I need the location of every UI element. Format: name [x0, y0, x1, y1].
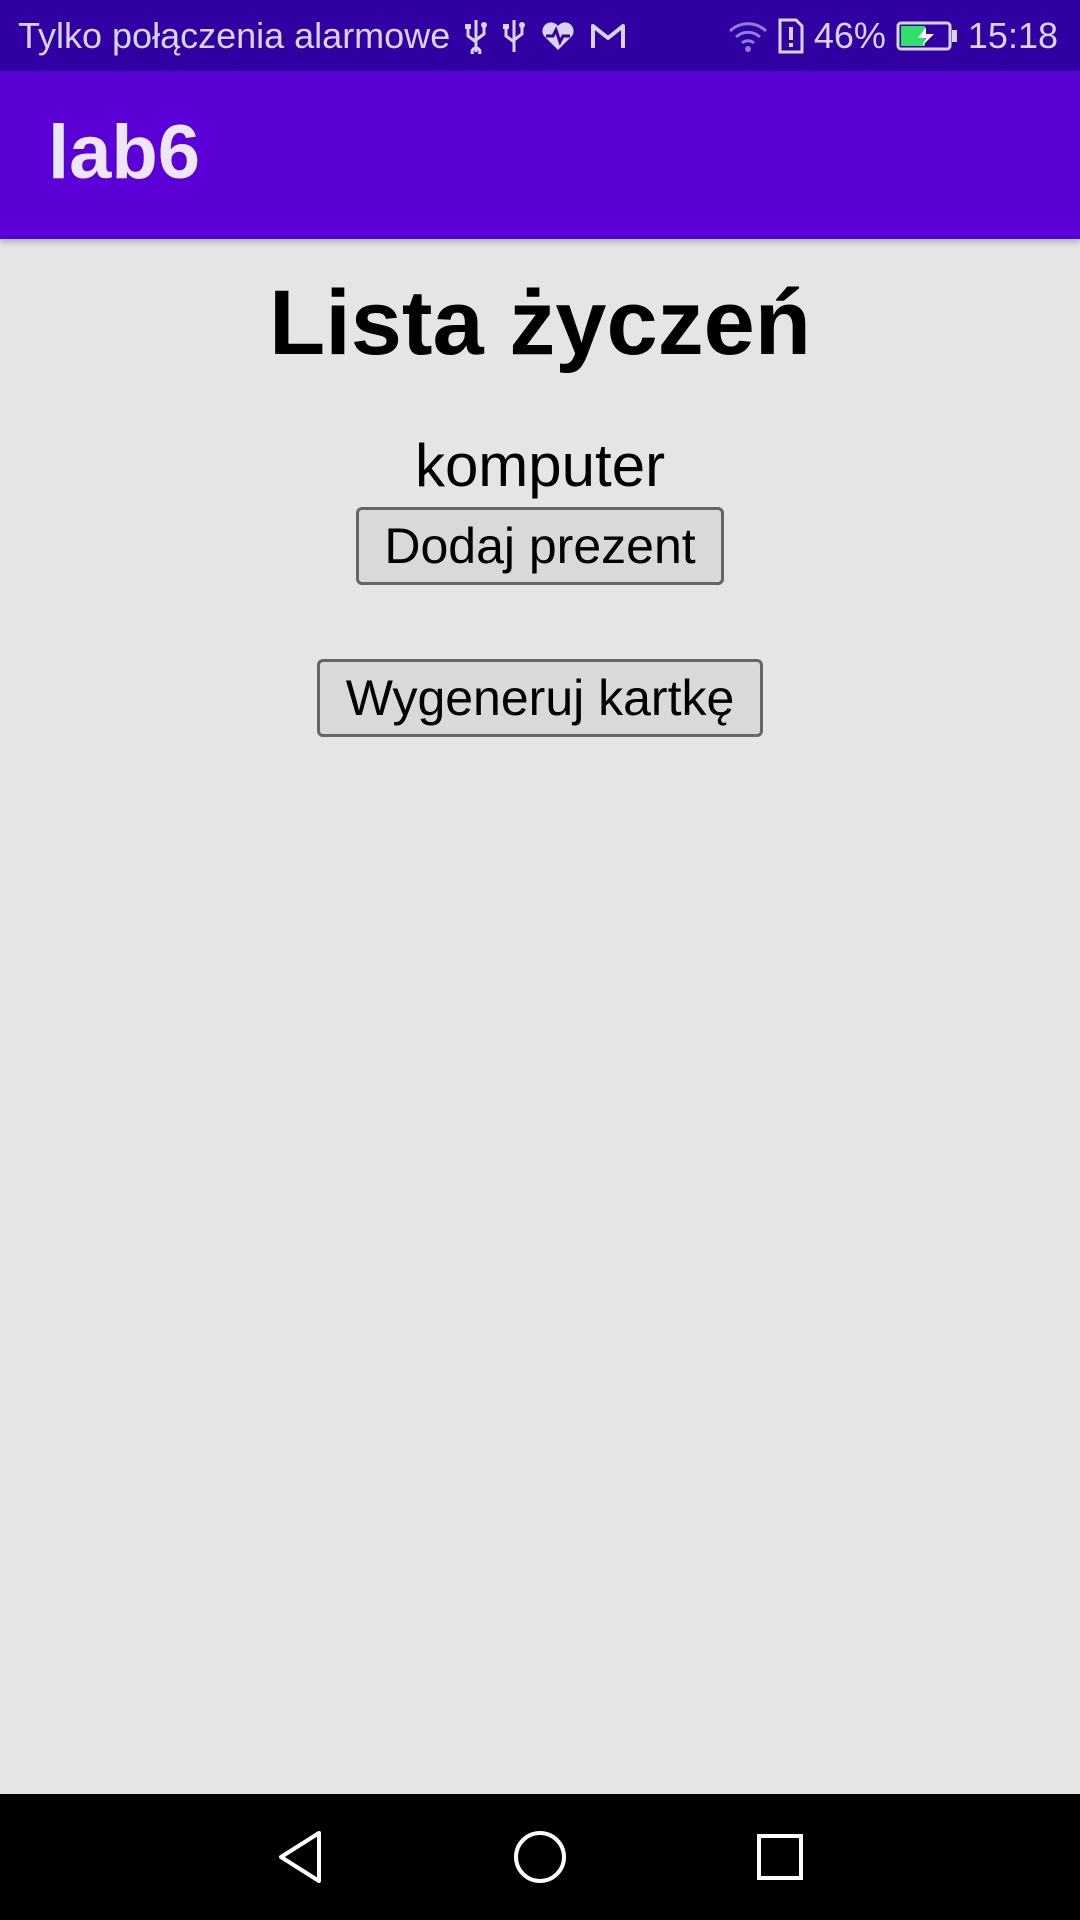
health-icon [540, 16, 576, 56]
gmail-icon [590, 16, 626, 56]
add-gift-button[interactable]: Dodaj prezent [356, 507, 724, 585]
usb-icon [502, 16, 526, 56]
battery-percent: 46% [813, 15, 886, 56]
recent-apps-icon[interactable] [750, 1827, 810, 1887]
clock: 15:18 [967, 15, 1058, 56]
wifi-icon [728, 16, 768, 56]
generate-card-button[interactable]: Wygeneruj kartkę [317, 659, 763, 737]
wish-list-item: komputer [414, 432, 666, 499]
status-right: 46% 15:18 [728, 14, 1058, 58]
app-title: lab6 [48, 110, 201, 195]
main-content: Lista życzeń komputer Dodaj prezent Wyge… [0, 239, 1080, 1794]
battery-charging-icon [896, 16, 958, 56]
carrier-text: Tylko połączenia alarmowe [18, 15, 451, 56]
status-left: Tylko połączenia alarmowe [18, 14, 626, 58]
sim-alert-icon [778, 16, 804, 56]
home-icon[interactable] [510, 1827, 570, 1887]
usb-icon [464, 16, 488, 56]
back-icon[interactable] [270, 1827, 330, 1887]
screen: Tylko połączenia alarmowe 46% 15:18 lab6… [0, 0, 1080, 1920]
page-title: Lista życzeń [269, 272, 811, 374]
status-bar: Tylko połączenia alarmowe 46% 15:18 [0, 0, 1080, 71]
navigation-bar [0, 1794, 1080, 1920]
app-bar: lab6 [0, 71, 1080, 239]
